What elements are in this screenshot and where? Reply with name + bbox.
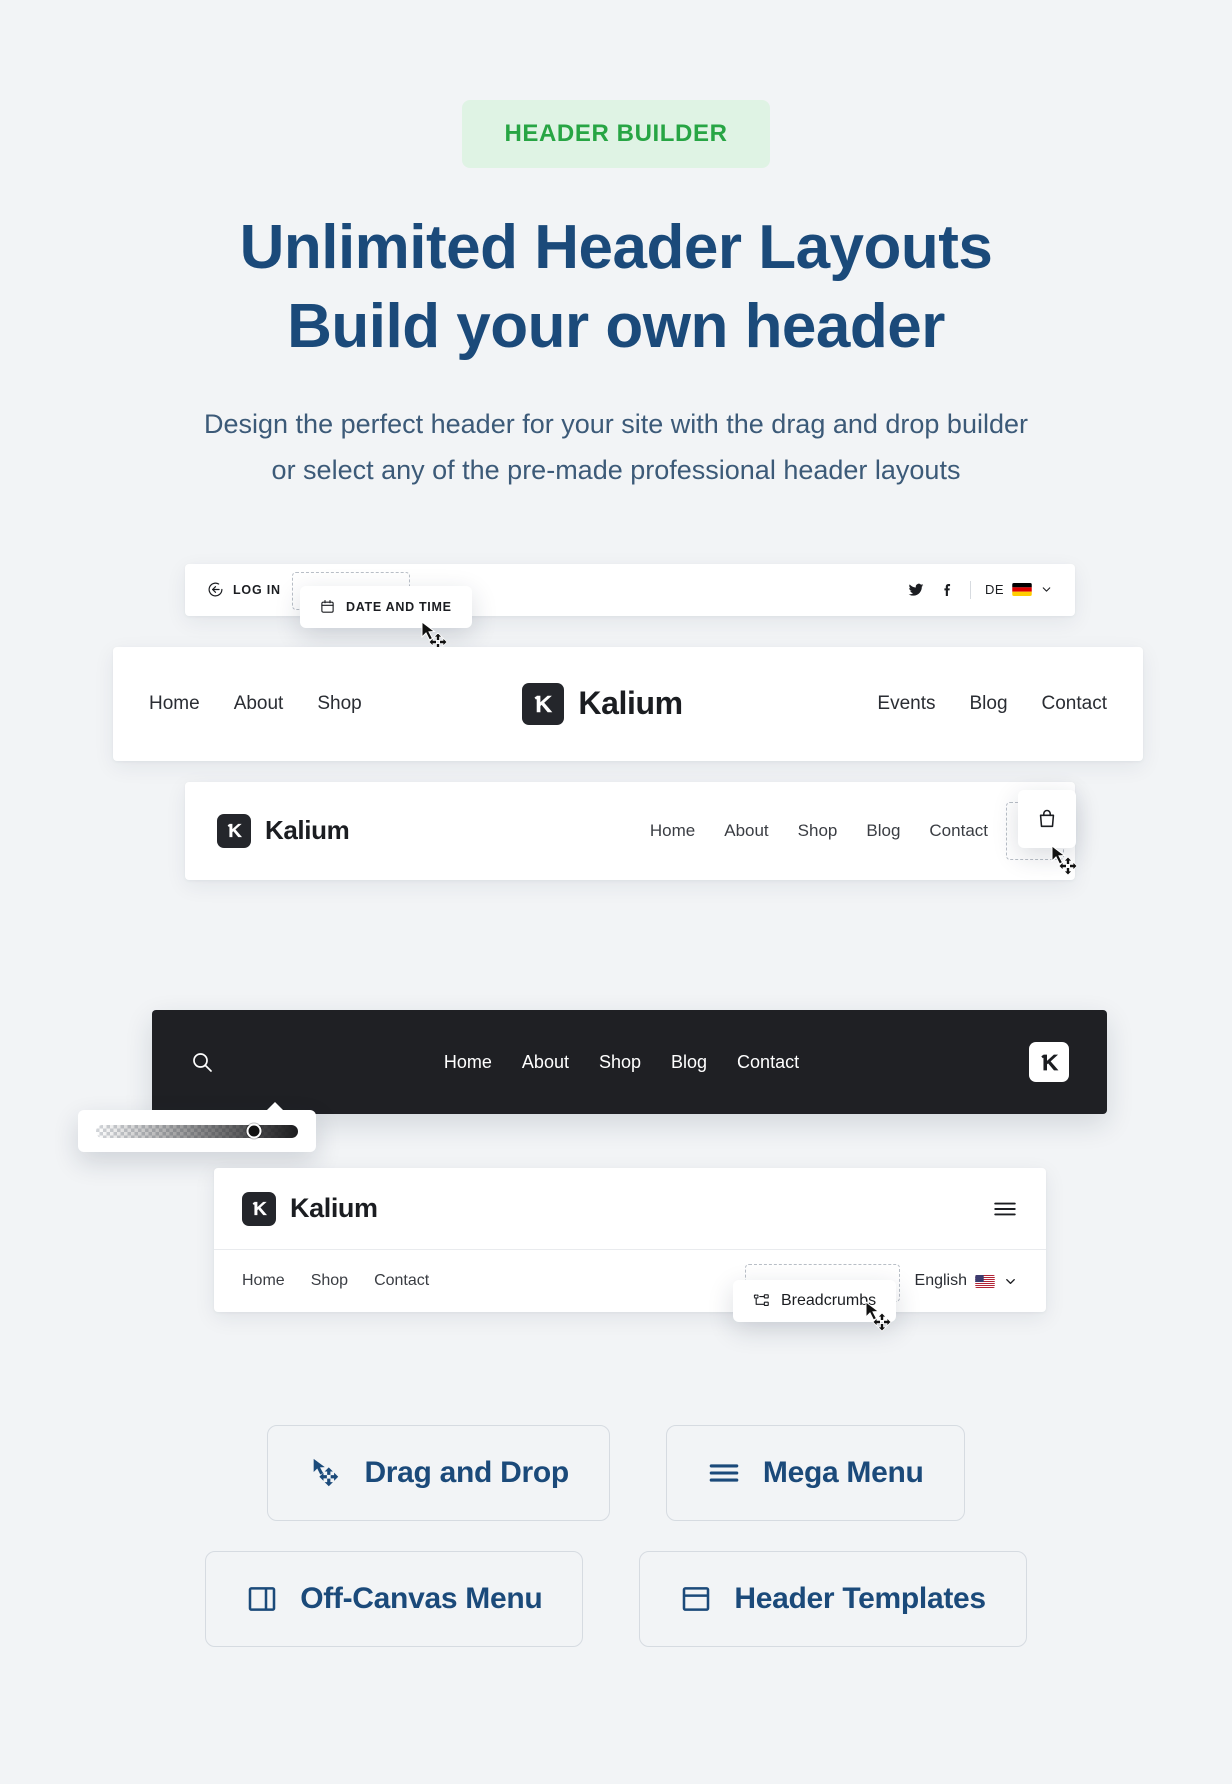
nav-link-about[interactable]: About	[724, 821, 768, 841]
social-links	[908, 582, 956, 598]
page-title: Unlimited Header Layouts Build your own …	[0, 208, 1232, 367]
nav-link-shop[interactable]: Shop	[798, 821, 838, 841]
kalium-logomark	[242, 1191, 276, 1226]
language-switcher-de[interactable]: DE	[985, 582, 1053, 597]
drag-chip-label: DATE AND TIME	[346, 599, 452, 614]
section-badge: HEADER BUILDER	[462, 100, 770, 168]
drag-move-icon	[308, 1456, 342, 1490]
page-subtitle: Design the perfect header for your site …	[0, 401, 1232, 494]
chevron-down-icon	[1040, 583, 1053, 596]
opacity-slider-popover	[78, 1102, 316, 1152]
hamburger-menu-icon[interactable]	[992, 1196, 1018, 1222]
twitter-icon[interactable]	[908, 582, 924, 598]
header-preview-shop: Kalium Home About Shop Blog Contact	[185, 781, 1075, 880]
brand-name: Kalium	[265, 815, 350, 846]
shopping-bag-icon	[1036, 808, 1058, 830]
feature-row-1: Drag and Drop Mega Menu	[0, 1425, 1232, 1521]
feature-label: Header Templates	[734, 1582, 986, 1615]
drag-move-cursor-icon	[1048, 844, 1084, 880]
nav-link-about[interactable]: About	[522, 1052, 569, 1073]
opacity-slider[interactable]	[96, 1123, 298, 1139]
sidebar-panel-icon	[246, 1583, 278, 1615]
facebook-icon[interactable]	[940, 582, 956, 598]
feature-header-templates[interactable]: Header Templates	[639, 1551, 1027, 1647]
headline-line-1: Unlimited Header Layouts	[239, 213, 993, 282]
nav-link-home[interactable]: Home	[650, 821, 695, 841]
language-label: English	[914, 1272, 967, 1289]
brand-logo-stacked[interactable]: Kalium	[242, 1191, 378, 1226]
nav-link-blog[interactable]: Blog	[671, 1052, 707, 1073]
search-icon[interactable]	[190, 1050, 214, 1074]
feature-buttons: Drag and Drop Mega Menu Off-Canvas Menu …	[0, 1425, 1232, 1677]
topbar-right-group: DE	[908, 580, 1053, 599]
usa-flag-icon	[975, 1274, 995, 1288]
drag-move-cursor-icon	[862, 1300, 898, 1336]
feature-off-canvas-menu[interactable]: Off-Canvas Menu	[205, 1551, 584, 1647]
german-flag-icon	[1012, 583, 1032, 597]
language-code: DE	[984, 582, 1004, 598]
brand-name: Kalium	[578, 685, 683, 722]
login-button[interactable]: LOG IN	[207, 581, 281, 598]
header-preview-dark: Home About Shop Blog Contact	[152, 1010, 1107, 1114]
nav-link-about[interactable]: About	[234, 693, 284, 715]
feature-label: Off-Canvas Menu	[300, 1582, 543, 1615]
brand-logo-centered[interactable]: Kalium	[522, 682, 683, 725]
nav-link-home[interactable]: Home	[444, 1052, 492, 1073]
divider	[969, 580, 971, 599]
shop-header-right: Home About Shop Blog Contact	[650, 820, 1043, 842]
nav-link-blog[interactable]: Blog	[866, 821, 900, 841]
subtitle-line-1: Design the perfect header for your site …	[204, 408, 1028, 439]
stacked-row-bottom: Home Shop Contact English	[214, 1250, 1046, 1312]
nav-stacked: Home Shop Contact	[242, 1272, 455, 1290]
nav-link-blog[interactable]: Blog	[969, 693, 1007, 715]
nav-link-shop[interactable]: Shop	[599, 1052, 641, 1073]
subtitle-line-2: or select any of the pre-made profession…	[271, 455, 961, 486]
kalium-logomark[interactable]	[1029, 1042, 1069, 1082]
nav-left: Home About Shop	[149, 693, 362, 715]
kalium-logomark	[217, 813, 251, 848]
nav-shop: Home About Shop Blog Contact	[650, 821, 1017, 841]
nav-link-shop[interactable]: Shop	[311, 1272, 348, 1290]
page-root: HEADER BUILDER Unlimited Header Layouts …	[0, 0, 1232, 1784]
drag-chip-shopping-bag[interactable]	[1018, 789, 1076, 848]
header-preview-stacked: Kalium Home Shop Contact English	[214, 1168, 1046, 1312]
login-arrow-icon	[207, 581, 224, 598]
nav-link-events[interactable]: Events	[877, 693, 935, 715]
nav-right: Events Blog Contact	[843, 693, 1107, 715]
hero-section: HEADER BUILDER Unlimited Header Layouts …	[0, 0, 1232, 494]
slider-handle[interactable]	[246, 1123, 262, 1139]
headline-line-2: Build your own header	[287, 292, 945, 362]
feature-mega-menu[interactable]: Mega Menu	[665, 1425, 965, 1521]
feature-row-2: Off-Canvas Menu Header Templates	[0, 1551, 1232, 1647]
nav-link-contact[interactable]: Contact	[1042, 693, 1107, 715]
nav-link-contact[interactable]: Contact	[374, 1272, 429, 1290]
calendar-icon	[320, 599, 335, 614]
feature-drag-and-drop[interactable]: Drag and Drop	[267, 1425, 610, 1521]
brand-logo-shop[interactable]: Kalium	[217, 813, 350, 848]
kalium-logomark	[522, 682, 565, 725]
header-preview-centered: Home About Shop Kalium Events Blog Conta…	[113, 646, 1143, 761]
nav-link-shop[interactable]: Shop	[317, 693, 361, 715]
window-layout-icon	[680, 1583, 712, 1615]
nav-link-contact[interactable]: Contact	[737, 1052, 799, 1073]
nav-link-contact[interactable]: Contact	[929, 821, 988, 841]
nav-link-home[interactable]: Home	[242, 1272, 285, 1290]
feature-label: Mega Menu	[762, 1456, 924, 1489]
login-label: LOG IN	[233, 582, 281, 597]
brand-name: Kalium	[290, 1193, 378, 1223]
nav-dark: Home About Shop Blog Contact	[444, 1052, 799, 1073]
language-switcher-english[interactable]: English	[915, 1272, 1018, 1290]
nav-link-home[interactable]: Home	[149, 693, 200, 715]
stacked-row-top: Kalium	[214, 1168, 1046, 1250]
feature-label: Drag and Drop	[364, 1456, 569, 1489]
breadcrumbs-icon	[753, 1293, 770, 1310]
chevron-down-icon	[1003, 1274, 1018, 1289]
hamburger-menu-icon	[707, 1456, 741, 1490]
